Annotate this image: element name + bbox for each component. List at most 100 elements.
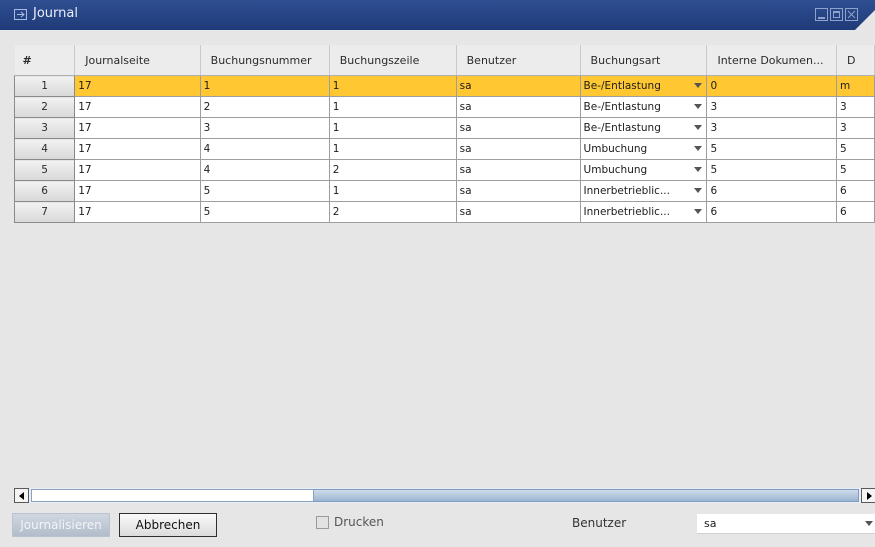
row-number[interactable]: 4 — [14, 138, 76, 160]
cell-buchungsart[interactable]: Innerbetrieblic... — [580, 180, 708, 202]
cell-buchungsart[interactable]: Umbuchung — [580, 159, 708, 181]
dropdown-arrow-icon[interactable] — [694, 104, 703, 109]
dropdown-arrow-icon[interactable] — [694, 167, 703, 172]
cell-benutzer[interactable]: sa — [456, 75, 581, 97]
cell-buchungszeile[interactable]: 2 — [329, 159, 457, 181]
row-number[interactable]: 3 — [14, 117, 76, 139]
scroll-right-icon — [867, 492, 872, 500]
cell-d[interactable]: 6 — [836, 201, 875, 223]
cell-buchungsnummer[interactable]: 3 — [200, 117, 330, 139]
cell-d[interactable]: 3 — [836, 117, 875, 139]
column-header-buchungsart[interactable]: Buchungsart — [580, 45, 708, 76]
row-number[interactable]: 2 — [14, 96, 76, 118]
cell-interne-dokumentnummer[interactable]: 3 — [706, 117, 838, 139]
cell-interne-dokumentnummer[interactable]: 6 — [706, 201, 838, 223]
cell-buchungsart-value: Innerbetrieblic... — [583, 206, 670, 218]
cancel-button[interactable]: Abbrechen — [119, 513, 217, 537]
column-header-buchungsnummer[interactable]: Buchungsnummer — [200, 45, 330, 76]
footer-bar: Journalisieren Abbrechen Drucken Benutze… — [0, 510, 875, 547]
journal-icon — [14, 9, 27, 20]
cell-buchungszeile[interactable]: 1 — [329, 96, 457, 118]
table-row[interactable]: 6 17 5 1 sa Innerbetrieblic... 6 6 — [14, 180, 875, 202]
cell-d[interactable]: 5 — [836, 159, 875, 181]
column-header-interne-dokumentnummer[interactable]: Interne Dokumen... — [706, 45, 838, 76]
table-row[interactable]: 3 17 3 1 sa Be-/Entlastung 3 3 — [14, 117, 875, 139]
table-row[interactable]: 1 17 1 1 sa Be-/Entlastung 0 m — [14, 75, 875, 97]
table-row[interactable]: 5 17 4 2 sa Umbuchung 5 5 — [14, 159, 875, 181]
column-header-d[interactable]: D — [836, 45, 875, 76]
scroll-left-button[interactable] — [14, 488, 29, 503]
cell-journalseite[interactable]: 17 — [74, 96, 201, 118]
cell-journalseite[interactable]: 17 — [74, 117, 201, 139]
cell-journalseite[interactable]: 17 — [74, 201, 201, 223]
cell-benutzer[interactable]: sa — [456, 117, 581, 139]
cell-interne-dokumentnummer[interactable]: 5 — [706, 138, 838, 160]
dropdown-arrow-icon[interactable] — [694, 83, 703, 88]
table-row[interactable]: 4 17 4 1 sa Umbuchung 5 5 — [14, 138, 875, 160]
column-header-journalseite[interactable]: Journalseite — [74, 45, 201, 76]
row-number[interactable]: 1 — [14, 75, 76, 97]
cell-buchungszeile[interactable]: 1 — [329, 117, 457, 139]
cell-buchungszeile[interactable]: 2 — [329, 201, 457, 223]
journal-window: Journal # Journalseite Buchungsnummer Bu… — [0, 0, 875, 547]
dropdown-arrow-icon[interactable] — [694, 209, 703, 214]
cell-buchungsnummer[interactable]: 4 — [200, 159, 330, 181]
scroll-right-button[interactable] — [861, 488, 875, 503]
table-header: # Journalseite Buchungsnummer Buchungsze… — [14, 45, 875, 76]
cell-d[interactable]: 3 — [836, 96, 875, 118]
column-header-buchungszeile[interactable]: Buchungszeile — [329, 45, 457, 76]
cell-d[interactable]: 5 — [836, 138, 875, 160]
row-number[interactable]: 6 — [14, 180, 76, 202]
cell-benutzer[interactable]: sa — [456, 201, 581, 223]
maximize-icon[interactable] — [830, 8, 843, 21]
cell-buchungszeile[interactable]: 1 — [329, 138, 457, 160]
cell-benutzer[interactable]: sa — [456, 180, 581, 202]
cell-buchungsnummer[interactable]: 5 — [200, 180, 330, 202]
cell-interne-dokumentnummer[interactable]: 3 — [706, 96, 838, 118]
cell-buchungsart-value: Be-/Entlastung — [583, 122, 661, 134]
table-row[interactable]: 7 17 5 2 sa Innerbetrieblic... 6 6 — [14, 201, 875, 223]
print-checkbox[interactable] — [316, 516, 329, 529]
cell-benutzer[interactable]: sa — [456, 138, 581, 160]
cell-buchungsnummer[interactable]: 4 — [200, 138, 330, 160]
cell-buchungsnummer[interactable]: 1 — [200, 75, 330, 97]
cell-buchungsart-value: Innerbetrieblic... — [583, 185, 670, 197]
cell-buchungsnummer[interactable]: 5 — [200, 201, 330, 223]
cell-interne-dokumentnummer[interactable]: 0 — [706, 75, 838, 97]
cell-journalseite[interactable]: 17 — [74, 159, 201, 181]
cell-journalseite[interactable]: 17 — [74, 75, 201, 97]
cell-benutzer[interactable]: sa — [456, 96, 581, 118]
cell-buchungsart[interactable]: Be-/Entlastung — [580, 117, 708, 139]
user-select[interactable]: sa — [697, 514, 875, 534]
cell-buchungsart[interactable]: Innerbetrieblic... — [580, 201, 708, 223]
cell-interne-dokumentnummer[interactable]: 5 — [706, 159, 838, 181]
cell-buchungsart[interactable]: Be-/Entlastung — [580, 75, 708, 97]
title-corner — [855, 10, 875, 30]
row-number[interactable]: 5 — [14, 159, 76, 181]
dropdown-arrow-icon[interactable] — [694, 188, 703, 193]
window-title: Journal — [33, 6, 78, 21]
cell-journalseite[interactable]: 17 — [74, 180, 201, 202]
column-header-benutzer[interactable]: Benutzer — [456, 45, 581, 76]
row-number[interactable]: 7 — [14, 201, 76, 223]
cell-buchungszeile[interactable]: 1 — [329, 180, 457, 202]
cell-d[interactable]: m — [836, 75, 875, 97]
cell-buchungszeile[interactable]: 1 — [329, 75, 457, 97]
dropdown-arrow-icon[interactable] — [694, 146, 703, 151]
dropdown-arrow-icon[interactable] — [694, 125, 703, 130]
cell-buchungsart[interactable]: Umbuchung — [580, 138, 708, 160]
cell-buchungsart[interactable]: Be-/Entlastung — [580, 96, 708, 118]
column-header-number[interactable]: # — [14, 45, 76, 76]
chevron-down-icon[interactable] — [865, 521, 873, 526]
cell-d[interactable]: 6 — [836, 180, 875, 202]
cell-journalseite[interactable]: 17 — [74, 138, 201, 160]
horizontal-scrollbar[interactable] — [14, 488, 875, 503]
minimize-icon[interactable] — [815, 8, 828, 21]
title-bar: Journal — [0, 0, 875, 30]
cell-buchungsnummer[interactable]: 2 — [200, 96, 330, 118]
cell-benutzer[interactable]: sa — [456, 159, 581, 181]
cell-interne-dokumentnummer[interactable]: 6 — [706, 180, 838, 202]
scrollbar-thumb[interactable] — [31, 489, 314, 502]
table-row[interactable]: 2 17 2 1 sa Be-/Entlastung 3 3 — [14, 96, 875, 118]
journalize-button[interactable]: Journalisieren — [12, 513, 110, 537]
